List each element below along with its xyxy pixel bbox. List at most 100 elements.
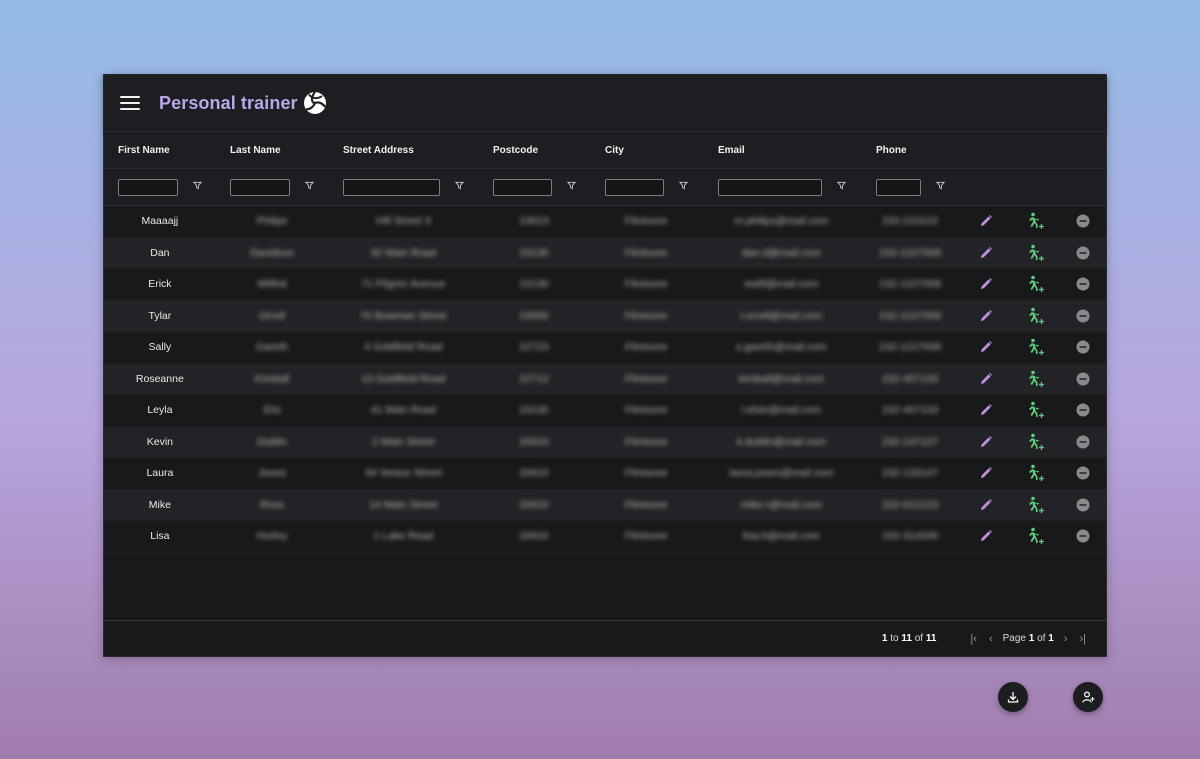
delete-button[interactable] — [1060, 309, 1106, 323]
table-row: Maaaajj Philips Hill Street 3 23023 Flintson… — [104, 206, 1106, 238]
add-training-button[interactable] — [1012, 527, 1060, 545]
cell-city: Flintsone — [624, 404, 668, 417]
add-training-button[interactable] — [1012, 338, 1060, 356]
cell-last-name: Jones — [258, 467, 287, 480]
add-training-button[interactable] — [1012, 275, 1060, 293]
filter-input-postcode[interactable] — [493, 178, 552, 196]
cell-first-name: Maaaajj — [141, 215, 179, 228]
add-training-button[interactable] — [1012, 307, 1060, 325]
filter-icon[interactable] — [565, 181, 577, 193]
filter-input-phone[interactable] — [876, 178, 921, 196]
delete-button[interactable] — [1060, 529, 1106, 543]
last-page-icon[interactable]: ›| — [1079, 633, 1086, 645]
cell-first-name: Laura — [146, 467, 174, 480]
first-page-icon[interactable]: |‹ — [970, 633, 977, 645]
next-page-icon[interactable]: › — [1064, 633, 1068, 645]
filter-input-street-address[interactable] — [343, 178, 440, 196]
filter-input-city[interactable] — [605, 178, 664, 196]
add-training-button[interactable] — [1012, 496, 1060, 514]
hamburger-icon[interactable] — [120, 92, 142, 114]
remove-circle-icon — [1076, 435, 1090, 449]
add-training-button[interactable] — [1012, 212, 1060, 230]
cell-phone: 232-147127 — [882, 435, 939, 448]
column-header-phone[interactable]: Phone — [862, 145, 962, 156]
filter-icon[interactable] — [453, 181, 465, 193]
filter-icon[interactable] — [934, 181, 946, 193]
cell-last-name: Davidson — [250, 246, 294, 259]
edit-button[interactable] — [960, 403, 1012, 417]
cell-first-name: Tylar — [148, 309, 172, 322]
filter-icon[interactable] — [677, 181, 689, 193]
prev-page-icon[interactable]: ‹ — [989, 633, 993, 645]
add-training-button[interactable] — [1012, 433, 1060, 451]
delete-button[interactable] — [1060, 340, 1106, 354]
delete-button[interactable] — [1060, 246, 1106, 260]
edit-button[interactable] — [960, 340, 1012, 354]
row-from: 1 — [881, 633, 888, 644]
column-header-street-address[interactable]: Street Address — [329, 145, 479, 156]
cell-phone: 232-210122 — [882, 215, 939, 228]
pencil-icon — [980, 309, 992, 321]
cell-phone: 232-612123 — [882, 498, 939, 511]
edit-button[interactable] — [960, 435, 1012, 449]
filter-input-email[interactable] — [718, 178, 822, 196]
edit-button[interactable] — [960, 277, 1012, 291]
edit-button[interactable] — [960, 309, 1012, 323]
delete-button[interactable] — [1060, 435, 1106, 449]
grid-filter-row — [104, 169, 1106, 206]
remove-circle-icon — [1076, 246, 1090, 260]
filter-cell-city — [591, 178, 704, 196]
edit-button[interactable] — [960, 498, 1012, 512]
edit-button[interactable] — [960, 246, 1012, 260]
cell-postcode: 20010 — [519, 530, 549, 543]
filter-icon[interactable] — [835, 181, 847, 193]
column-header-postcode[interactable]: Postcode — [479, 145, 591, 156]
cell-email: mike.r@mail.com — [740, 498, 823, 511]
cell-phone: 232-314330 — [882, 530, 939, 543]
remove-circle-icon — [1076, 277, 1090, 291]
filter-input-first-name[interactable] — [118, 178, 178, 196]
add-training-button[interactable] — [1012, 370, 1060, 388]
export-csv-button[interactable] — [998, 682, 1028, 712]
add-training-icon — [1028, 212, 1044, 230]
cell-city: Flintsone — [624, 309, 668, 322]
pencil-icon — [980, 215, 992, 227]
row-actions — [960, 527, 1106, 545]
delete-button[interactable] — [1060, 403, 1106, 417]
filter-input-last-name[interactable] — [230, 178, 290, 196]
cell-postcode: 20010 — [519, 467, 549, 480]
edit-button[interactable] — [960, 214, 1012, 228]
row-total: 11 — [925, 633, 937, 644]
delete-button[interactable] — [1060, 466, 1106, 480]
column-header-last-name[interactable]: Last Name — [216, 145, 329, 156]
pencil-icon — [980, 530, 992, 542]
cell-street-address: 71 Pilgrim Avenue — [361, 278, 446, 291]
delete-button[interactable] — [1060, 214, 1106, 228]
cell-postcode: 23023 — [519, 215, 549, 228]
column-header-first-name[interactable]: First Name — [104, 145, 216, 156]
edit-button[interactable] — [960, 372, 1012, 386]
cell-city: Flintsone — [624, 372, 668, 385]
add-training-button[interactable] — [1012, 244, 1060, 262]
filter-icon[interactable] — [303, 181, 315, 193]
remove-circle-icon — [1076, 309, 1090, 323]
cell-phone: 232-133147 — [882, 467, 939, 480]
cell-email: t.orrell@mail.com — [740, 309, 823, 322]
add-customer-button[interactable] — [1073, 682, 1103, 712]
cell-city: Flintsone — [624, 435, 668, 448]
add-training-button[interactable] — [1012, 401, 1060, 419]
app-title: Personal trainer — [159, 92, 298, 113]
cell-email: m.philips@mail.com — [734, 215, 829, 228]
delete-button[interactable] — [1060, 372, 1106, 386]
page-word: Page — [1002, 633, 1026, 644]
column-header-city[interactable]: City — [591, 145, 704, 156]
delete-button[interactable] — [1060, 277, 1106, 291]
app-bar: Personal trainer — [104, 75, 1106, 132]
cell-phone: 232-1227008 — [879, 278, 942, 291]
edit-button[interactable] — [960, 466, 1012, 480]
edit-button[interactable] — [960, 529, 1012, 543]
delete-button[interactable] — [1060, 498, 1106, 512]
column-header-email[interactable]: Email — [704, 145, 862, 156]
add-training-button[interactable] — [1012, 464, 1060, 482]
filter-icon[interactable] — [191, 181, 203, 193]
